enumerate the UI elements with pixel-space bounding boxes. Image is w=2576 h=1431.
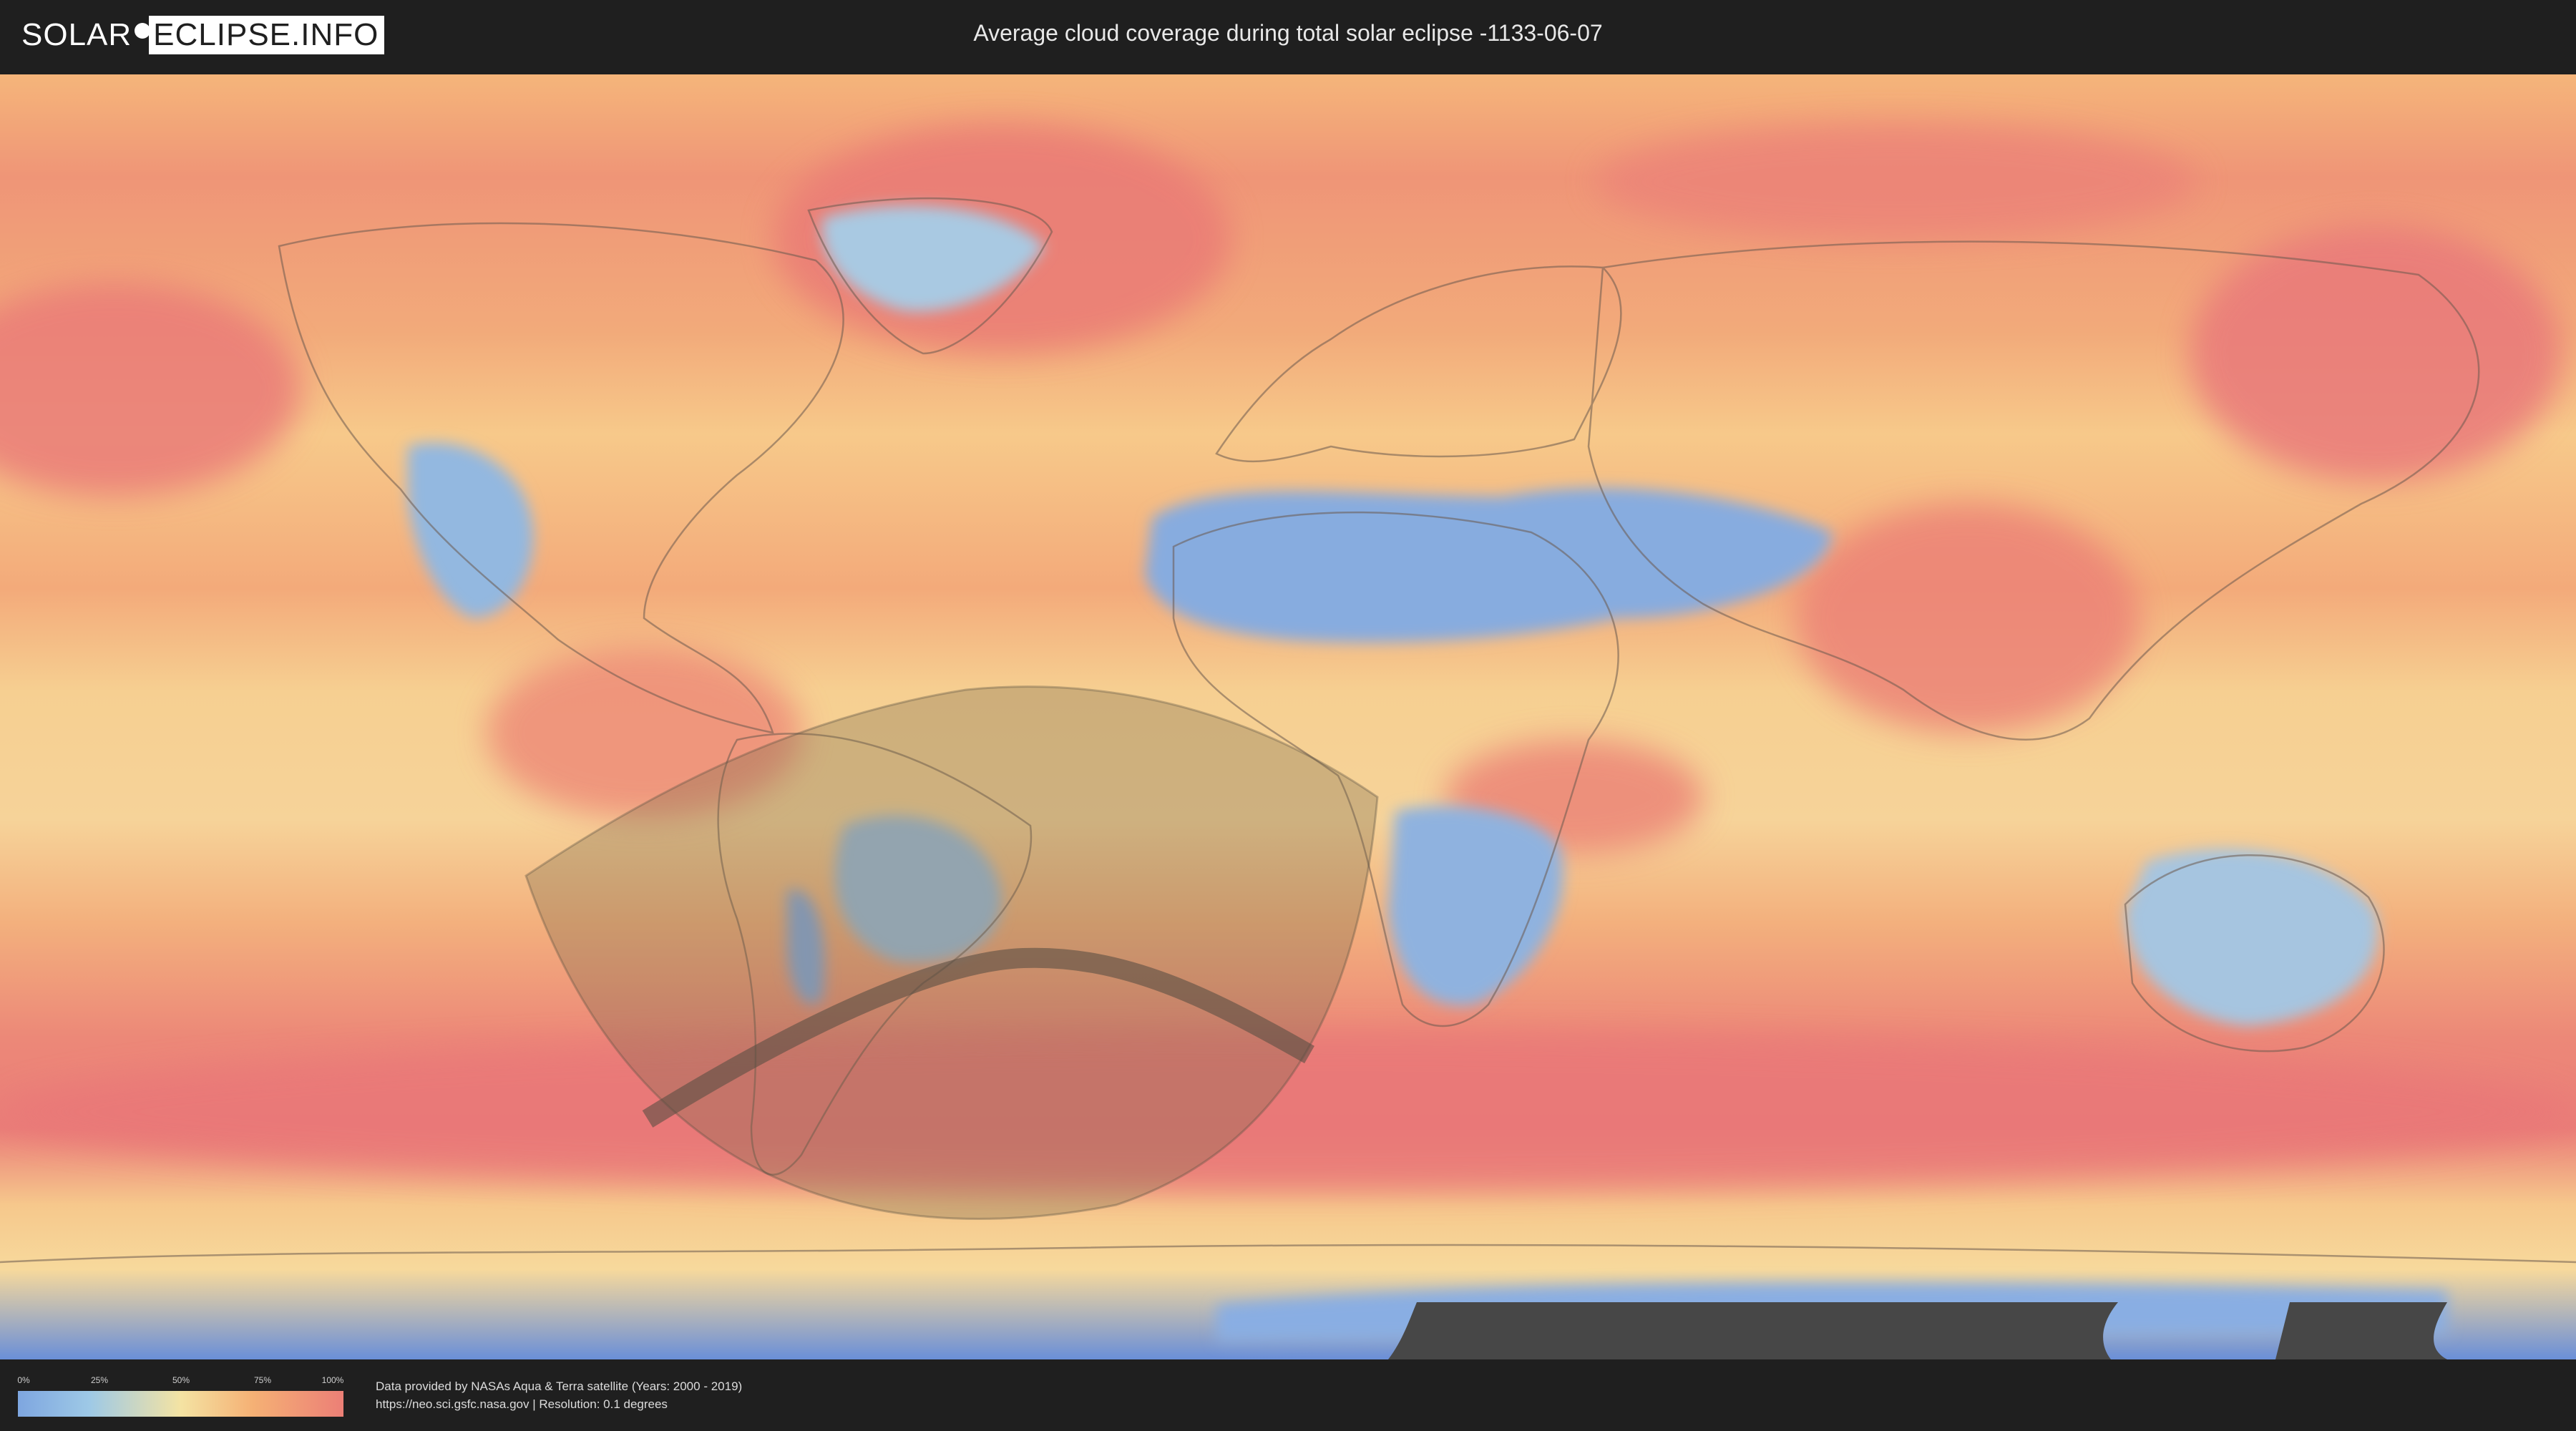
polar-night-no-data-east: [2275, 1302, 2447, 1359]
legend-tick-75: 75%: [253, 1375, 272, 1385]
header-bar: SOLAR ECLIPSE.INFO Average cloud coverag…: [0, 0, 2576, 72]
data-source-link[interactable]: https://neo.sci.gsfc.nasa.gov | Resoluti…: [376, 1397, 668, 1412]
legend-tick-100: 100%: [321, 1375, 344, 1385]
legend-color-bar: [18, 1391, 343, 1417]
data-credit: Data provided by NASAs Aqua & Terra sate…: [376, 1379, 743, 1393]
page-title: Average cloud coverage during total sola…: [973, 20, 1603, 46]
cloud-coverage-world-map: [0, 74, 2576, 1359]
polar-night-no-data: [1388, 1302, 2118, 1359]
footer-bar: 0% 25% 50% 75% 100% Data provided by NAS…: [0, 1359, 2576, 1431]
legend-tick-25: 25%: [90, 1375, 109, 1385]
legend-tick-50: 50%: [172, 1375, 190, 1385]
legend-tick-0: 0%: [17, 1375, 30, 1385]
